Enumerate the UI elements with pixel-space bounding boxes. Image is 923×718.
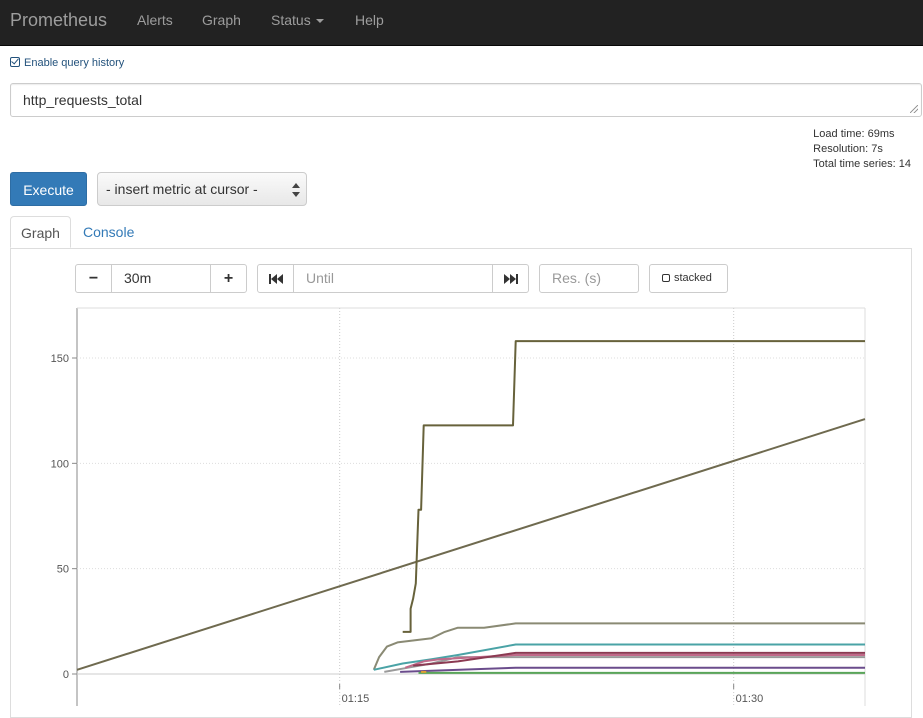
unchecked-box-icon (662, 274, 670, 282)
query-history-label: Enable query history (24, 57, 125, 69)
increase-range-button[interactable]: + (210, 264, 247, 293)
until-input[interactable]: Until (293, 264, 493, 293)
decrease-range-button[interactable]: − (75, 264, 112, 293)
total-time-series: Total time series: 14 (813, 158, 911, 170)
nav-status[interactable]: Status (271, 12, 324, 28)
load-time: Load time: 69ms (813, 128, 895, 140)
resolution: Resolution: 7s (813, 143, 883, 155)
expression-input[interactable]: http_requests_total (10, 83, 922, 117)
tab-graph[interactable]: Graph (10, 216, 71, 248)
select-arrows-icon (292, 183, 300, 197)
time-back-button[interactable] (257, 264, 294, 293)
caret-down-icon (315, 19, 324, 24)
insert-metric-label: - insert metric at cursor - (106, 181, 258, 197)
brand-link[interactable]: Prometheus (10, 10, 107, 31)
enable-query-history[interactable]: Enable query history (10, 57, 124, 69)
execute-button[interactable]: Execute (10, 172, 87, 206)
stacked-label: stacked (674, 272, 712, 284)
resolution-input[interactable]: Res. (s) (539, 264, 639, 293)
time-forward-button[interactable] (492, 264, 529, 293)
stacked-toggle-button[interactable]: stacked (649, 264, 728, 293)
graph-panel (10, 248, 912, 718)
nav-graph[interactable]: Graph (202, 12, 241, 28)
resize-handle-icon[interactable] (910, 105, 918, 113)
nav-status-label: Status (271, 12, 311, 28)
rewind-icon-2 (276, 274, 283, 285)
range-input[interactable]: 30m (111, 264, 211, 293)
navbar: Prometheus Alerts Graph Status Help (0, 0, 923, 46)
query-stats: Load time: 69ms Resolution: 7s Total tim… (813, 127, 911, 172)
tab-console[interactable]: Console (83, 216, 134, 248)
insert-metric-select[interactable]: - insert metric at cursor - (97, 172, 307, 206)
checkbox-checked-icon (10, 57, 20, 67)
forward-bar-icon (515, 274, 518, 285)
nav-help[interactable]: Help (355, 12, 384, 28)
nav-alerts[interactable]: Alerts (137, 12, 173, 28)
expression-value: http_requests_total (23, 92, 143, 108)
